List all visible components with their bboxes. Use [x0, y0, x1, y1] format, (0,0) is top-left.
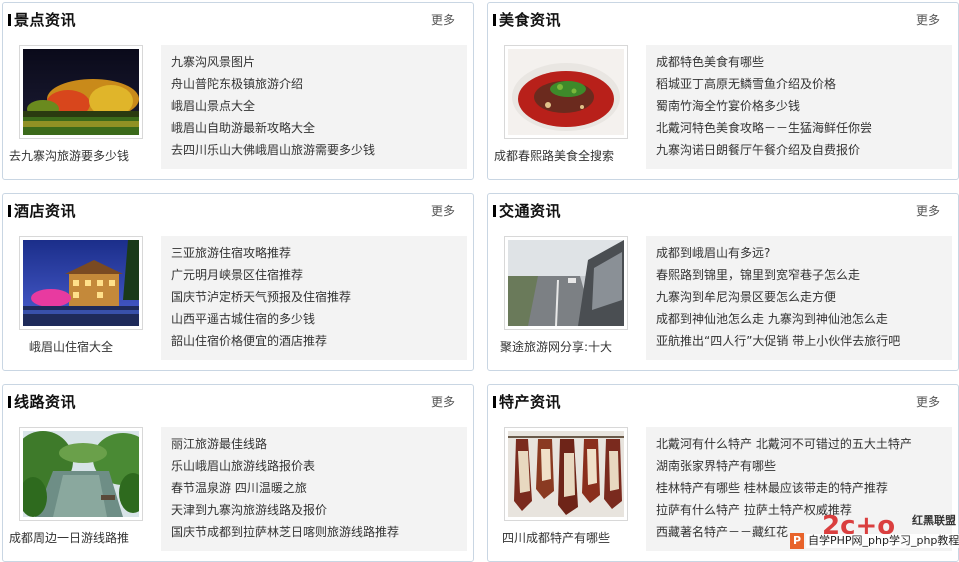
spicy-fish-dish-photo — [508, 49, 624, 135]
thumbnail-caption[interactable]: 聚途旅游网分享:十大 — [500, 339, 650, 355]
title-bullet-icon — [493, 205, 496, 217]
news-item[interactable]: 天津到九寨沟旅游线路及报价 — [171, 499, 467, 521]
thumbnail-caption[interactable]: 成都周边一日游线路推 — [9, 530, 159, 546]
news-item[interactable]: 韶山住宿价格便宜的酒店推荐 — [171, 330, 467, 352]
title-bullet-icon — [493, 14, 496, 26]
news-item[interactable]: 九寨沟风景图片 — [171, 51, 467, 73]
more-link[interactable]: 更多 — [916, 394, 940, 410]
news-list: 三亚旅游住宿攻略推荐 广元明月峡景区住宿推荐 国庆节泸定桥天气预报及住宿推荐 山… — [161, 236, 467, 352]
news-list-box: 九寨沟风景图片 舟山普陀东极镇旅游介绍 峨眉山景点大全 峨眉山自助游最新攻略大全… — [161, 45, 467, 169]
news-item[interactable]: 广元明月峡景区住宿推荐 — [171, 264, 467, 286]
panel-food-news: 美食资讯 更多 成都春熙路美食全搜索 成都特色美食有哪些 稻城亚丁高原无鳞雪鱼介… — [487, 2, 959, 180]
cured-meat-photo — [508, 431, 624, 517]
panel-header: 酒店资讯 更多 — [3, 194, 473, 228]
news-item[interactable]: 国庆节成都到拉萨林芝日喀则旅游线路推荐 — [171, 521, 467, 543]
news-item[interactable]: 峨眉山景点大全 — [171, 95, 467, 117]
more-link[interactable]: 更多 — [916, 203, 940, 219]
thumbnail-link[interactable] — [19, 427, 143, 521]
panel-title: 线路资讯 — [14, 393, 77, 411]
news-item[interactable]: 桂林特产有哪些 桂林最应该带走的特产推荐 — [656, 477, 952, 499]
thumbnail-link[interactable] — [504, 45, 628, 139]
title-bullet-icon — [8, 396, 11, 408]
panel-title: 特产资讯 — [499, 393, 562, 411]
news-item[interactable]: 春熙路到锦里，锦里到宽窄巷子怎么走 — [656, 264, 952, 286]
news-item[interactable]: 北戴河特色美食攻略－－生猛海鲜任你尝 — [656, 117, 952, 139]
more-link[interactable]: 更多 — [431, 394, 455, 410]
php-logo-icon: P — [790, 533, 804, 549]
thumbnail-link[interactable] — [19, 236, 143, 330]
thumbnail-caption[interactable]: 峨眉山住宿大全 — [29, 339, 179, 355]
thumbnail-link[interactable] — [19, 45, 143, 139]
news-item[interactable]: 山西平遥古城住宿的多少钱 — [171, 308, 467, 330]
news-item[interactable]: 九寨沟到牟尼沟景区要怎么走方便 — [656, 286, 952, 308]
panel-title: 景点资讯 — [14, 11, 77, 29]
news-list-box: 丽江旅游最佳线路 乐山峨眉山旅游线路报价表 春节温泉游 四川温暖之旅 天津到九寨… — [161, 427, 467, 551]
panel-route-news: 线路资讯 更多 成都周边一日游线路推 丽江旅游最佳线路 乐山峨眉山旅游线路报价表… — [2, 384, 474, 562]
news-item[interactable]: 成都到峨眉山有多远? — [656, 242, 952, 264]
news-item[interactable]: 亚航推出“四人行”大促销 带上小伙伴去旅行吧 — [656, 330, 952, 352]
news-item[interactable]: 北戴河有什么特产 北戴河不可错过的五大土特产 — [656, 433, 952, 455]
news-item[interactable]: 乐山峨眉山旅游线路报价表 — [171, 455, 467, 477]
panel-title: 酒店资讯 — [14, 202, 77, 220]
thumbnail-caption[interactable]: 四川成都特产有哪些 — [502, 530, 652, 546]
more-link[interactable]: 更多 — [431, 12, 455, 28]
news-item[interactable]: 峨眉山自助游最新攻略大全 — [171, 117, 467, 139]
panel-hotel-news: 酒店资讯 更多 峨眉山住宿大全 三亚旅游住宿攻略推荐 广元明月峡景区住宿推荐 国… — [2, 193, 474, 371]
title-bullet-icon — [8, 14, 11, 26]
news-list: 成都特色美食有哪些 稻城亚丁高原无鳞雪鱼介绍及价格 蜀南竹海全竹宴价格多少钱 北… — [646, 45, 952, 161]
news-list: 丽江旅游最佳线路 乐山峨眉山旅游线路报价表 春节温泉游 四川温暖之旅 天津到九寨… — [161, 427, 467, 543]
panel-title: 美食资讯 — [499, 11, 562, 29]
title-bullet-icon — [493, 396, 496, 408]
news-item[interactable]: 三亚旅游住宿攻略推荐 — [171, 242, 467, 264]
news-item[interactable]: 稻城亚丁高原无鳞雪鱼介绍及价格 — [656, 73, 952, 95]
thumbnail-caption[interactable]: 成都春熙路美食全搜索 — [494, 148, 644, 164]
news-item[interactable]: 国庆节泸定桥天气预报及住宿推荐 — [171, 286, 467, 308]
news-item[interactable]: 湖南张家界特产有哪些 — [656, 455, 952, 477]
title-bullet-icon — [8, 205, 11, 217]
news-list: 成都到峨眉山有多远? 春熙路到锦里，锦里到宽窄巷子怎么走 九寨沟到牟尼沟景区要怎… — [646, 236, 952, 352]
panel-scenic-news: 景点资讯 更多 去九寨沟旅游要多少钱 九寨沟风景图片 舟山普陀东极镇旅游介绍 峨… — [2, 2, 474, 180]
news-item[interactable]: 舟山普陀东极镇旅游介绍 — [171, 73, 467, 95]
news-list-box: 成都到峨眉山有多远? 春熙路到锦里，锦里到宽窄巷子怎么走 九寨沟到牟尼沟景区要怎… — [646, 236, 952, 360]
more-link[interactable]: 更多 — [431, 203, 455, 219]
autumn-forest-lake-photo — [23, 49, 139, 135]
thumbnail-caption[interactable]: 去九寨沟旅游要多少钱 — [9, 148, 159, 164]
news-item[interactable]: 成都特色美食有哪些 — [656, 51, 952, 73]
news-item[interactable]: 春节温泉游 四川温暖之旅 — [171, 477, 467, 499]
more-link[interactable]: 更多 — [916, 12, 940, 28]
thumbnail-link[interactable] — [504, 427, 628, 521]
panel-header: 景点资讯 更多 — [3, 3, 473, 37]
hotel-night-photo — [23, 240, 139, 326]
news-item[interactable]: 丽江旅游最佳线路 — [171, 433, 467, 455]
news-item[interactable]: 成都到神仙池怎么走 九寨沟到神仙池怎么走 — [656, 308, 952, 330]
thumbnail-link[interactable] — [504, 236, 628, 330]
panel-title: 交通资讯 — [499, 202, 562, 220]
panel-traffic-news: 交通资讯 更多 聚途旅游网分享:十大 成都到峨眉山有多远? 春熙路到锦里，锦里到… — [487, 193, 959, 371]
watermark-logo-text: 红黑联盟 — [912, 513, 956, 527]
highway-car-photo — [508, 240, 624, 326]
watermark-text: 自学PHP网_php学习_php教程 — [806, 534, 959, 548]
news-item[interactable]: 九寨沟诺日朗餐厅午餐介绍及自费报价 — [656, 139, 952, 161]
panel-header: 美食资讯 更多 — [488, 3, 958, 37]
news-list-box: 成都特色美食有哪些 稻城亚丁高原无鳞雪鱼介绍及价格 蜀南竹海全竹宴价格多少钱 北… — [646, 45, 952, 169]
news-item[interactable]: 蜀南竹海全竹宴价格多少钱 — [656, 95, 952, 117]
news-list: 九寨沟风景图片 舟山普陀东极镇旅游介绍 峨眉山景点大全 峨眉山自助游最新攻略大全… — [161, 45, 467, 161]
news-item[interactable]: 去四川乐山大佛峨眉山旅游需要多少钱 — [171, 139, 467, 161]
news-list-box: 三亚旅游住宿攻略推荐 广元明月峡景区住宿推荐 国庆节泸定桥天气预报及住宿推荐 山… — [161, 236, 467, 360]
panel-header: 特产资讯 更多 — [488, 385, 958, 419]
panel-header: 交通资讯 更多 — [488, 194, 958, 228]
panel-header: 线路资讯 更多 — [3, 385, 473, 419]
river-valley-photo — [23, 431, 139, 517]
